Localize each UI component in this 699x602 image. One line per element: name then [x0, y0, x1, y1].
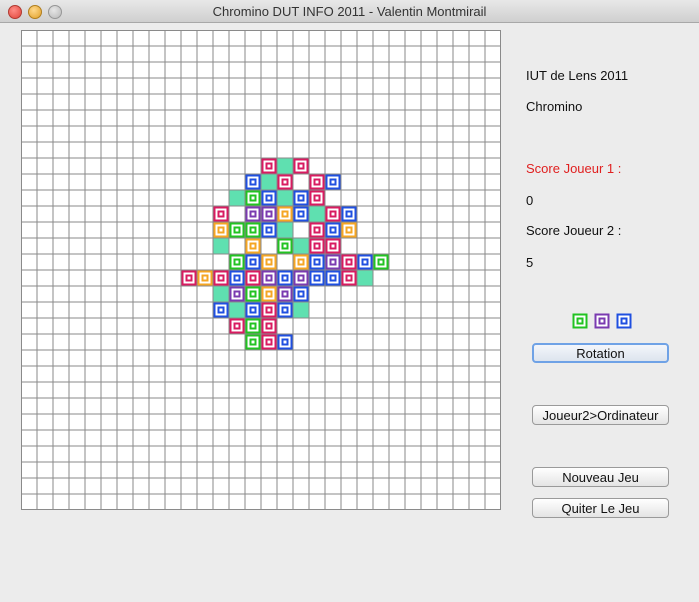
chromino-cell — [261, 334, 277, 350]
chromino-cell — [261, 302, 277, 318]
chromino-cell — [197, 270, 213, 286]
chromino-cell — [325, 254, 341, 270]
score-player1-label: Score Joueur 1 : — [526, 161, 622, 176]
chromino-cell — [261, 286, 277, 302]
chromino-cell — [245, 238, 261, 254]
switch-player-button[interactable]: Joueur2>Ordinateur — [532, 405, 669, 425]
chromino-cell — [277, 238, 293, 254]
chromino-cell — [229, 254, 245, 270]
rotation-button[interactable]: Rotation — [532, 343, 669, 363]
chromino-cell — [213, 302, 229, 318]
chromino-cell — [293, 238, 309, 254]
chromino-cell — [341, 222, 357, 238]
preview-tile — [616, 313, 632, 329]
chromino-cell — [325, 206, 341, 222]
chromino-cell — [277, 334, 293, 350]
chromino-cell — [293, 158, 309, 174]
chromino-cell — [261, 190, 277, 206]
chromino-cell — [213, 238, 229, 254]
preview-square — [616, 313, 632, 329]
chromino-cell — [277, 286, 293, 302]
chromino-cell — [373, 254, 389, 270]
chromino-cell — [261, 222, 277, 238]
chromino-cell — [245, 254, 261, 270]
current-chromino-preview[interactable] — [572, 313, 632, 329]
chromino-cell — [245, 206, 261, 222]
chromino-cell — [245, 334, 261, 350]
chromino-cell — [293, 270, 309, 286]
chromino-cell — [309, 190, 325, 206]
chromino-cell — [229, 286, 245, 302]
score-player2-value: 5 — [526, 255, 534, 270]
chromino-cell — [325, 222, 341, 238]
chromino-cell — [325, 238, 341, 254]
score-player2-label: Score Joueur 2 : — [526, 223, 622, 238]
chromino-cell — [245, 302, 261, 318]
chromino-cell — [213, 270, 229, 286]
chromino-cell — [261, 174, 277, 190]
preview-square — [594, 313, 610, 329]
chromino-cell — [245, 174, 261, 190]
chromino-cell — [261, 318, 277, 334]
chromino-cell — [309, 206, 325, 222]
chromino-cell — [213, 206, 229, 222]
chromino-cell — [309, 270, 325, 286]
chromino-cell — [245, 286, 261, 302]
chromino-cell — [181, 270, 197, 286]
score-player1-value: 0 — [526, 193, 534, 208]
chromino-cell — [325, 270, 341, 286]
chromino-cell — [325, 174, 341, 190]
chromino-cell — [277, 222, 293, 238]
chromino-cell — [245, 270, 261, 286]
chromino-cell — [309, 238, 325, 254]
chromino-cell — [293, 286, 309, 302]
new-game-button[interactable]: Nouveau Jeu — [532, 467, 669, 487]
chromino-cell — [341, 254, 357, 270]
window-title: Chromino DUT INFO 2011 - Valentin Montmi… — [212, 4, 487, 19]
chromino-cell — [229, 270, 245, 286]
chromino-cell — [229, 222, 245, 238]
chromino-cell — [261, 158, 277, 174]
game-board[interactable] — [21, 30, 501, 510]
chromino-cell — [245, 190, 261, 206]
chromino-cell — [213, 286, 229, 302]
chromino-cell — [309, 222, 325, 238]
chromino-cell — [341, 206, 357, 222]
chromino-cell — [357, 254, 373, 270]
chromino-cell — [261, 254, 277, 270]
chromino-cell — [277, 206, 293, 222]
chromino-cell — [293, 254, 309, 270]
chromino-cell — [245, 318, 261, 334]
preview-tile — [594, 313, 610, 329]
chromino-cell — [229, 302, 245, 318]
chromino-cell — [229, 318, 245, 334]
chromino-cell — [229, 190, 245, 206]
preview-tile — [572, 313, 588, 329]
chromino-cell — [357, 270, 373, 286]
quit-game-button[interactable]: Quiter Le Jeu — [532, 498, 669, 518]
chromino-cell — [213, 222, 229, 238]
chromino-cell — [277, 302, 293, 318]
chromino-cell — [341, 270, 357, 286]
chromino-cell — [309, 174, 325, 190]
chromino-cell — [261, 206, 277, 222]
chromino-cell — [293, 206, 309, 222]
chromino-cell — [277, 270, 293, 286]
chromino-cell — [277, 174, 293, 190]
title-bar: Chromino DUT INFO 2011 - Valentin Montmi… — [0, 0, 699, 23]
school-label: IUT de Lens 2011 — [526, 68, 629, 83]
chromino-cell — [261, 270, 277, 286]
chromino-cell — [293, 302, 309, 318]
chromino-cell — [309, 254, 325, 270]
chromino-cell — [245, 222, 261, 238]
preview-square — [572, 313, 588, 329]
chromino-cell — [277, 190, 293, 206]
game-name-label: Chromino — [526, 99, 583, 114]
chromino-cell — [277, 158, 293, 174]
chromino-cell — [293, 190, 309, 206]
